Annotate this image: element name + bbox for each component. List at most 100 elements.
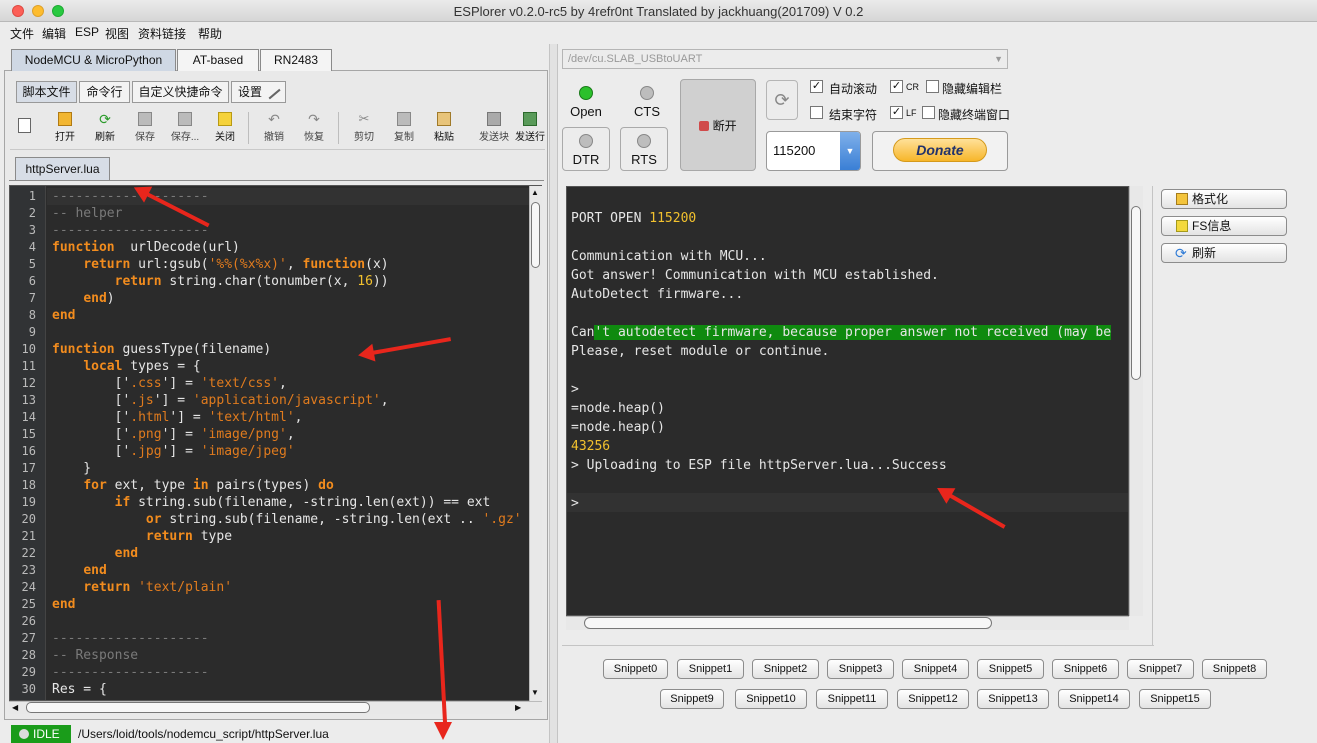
paste-button[interactable]: 粘贴 — [424, 112, 464, 148]
plug-icon — [699, 121, 710, 131]
snippet-button[interactable]: Snippet7 — [1127, 659, 1194, 679]
snippet-button[interactable]: Snippet0 — [603, 659, 668, 679]
tab-commands[interactable]: 命令行 — [79, 81, 130, 103]
code-editor[interactable]: 1 2 3 4 5 6 7 8 9 10 11 12 13 14 15 16 17 18 19 20 21 22 23 24 2… — [9, 185, 542, 701]
autoscroll-label: 自动滚动 — [829, 82, 878, 96]
menu-help[interactable]: 帮助 — [198, 25, 222, 42]
terminal-vscroll-thumb[interactable] — [1131, 206, 1141, 380]
snippet-panel-divider — [562, 645, 1154, 646]
menu-view[interactable]: 视图 — [105, 25, 129, 42]
redo-icon: ↷ — [308, 111, 320, 127]
tab-snippets[interactable]: 自定义快捷命令 — [132, 81, 229, 103]
line-number: 14 — [21, 410, 36, 424]
code-line: -------------------- — [52, 223, 209, 238]
send-line-button[interactable]: 发送行 — [514, 112, 546, 148]
copy-button[interactable]: 复制 — [384, 112, 424, 148]
autoscroll-checkbox[interactable]: ✓ — [810, 80, 823, 93]
terminal-hscroll-thumb[interactable] — [584, 617, 992, 629]
toolbar-divider — [248, 112, 249, 144]
code-line: -------------------- — [52, 631, 209, 646]
snippet-button[interactable]: Snippet4 — [902, 659, 969, 679]
tab-scripts[interactable]: 脚本文件 — [16, 81, 77, 103]
dtr-led-icon — [579, 134, 593, 148]
disconnect-button[interactable]: 断开 — [680, 79, 756, 171]
redo-button[interactable]: ↷ 恢复 — [294, 112, 334, 148]
tab-settings[interactable]: 设置 — [231, 81, 286, 103]
end-char-checkbox[interactable] — [810, 106, 823, 119]
scroll-left-icon[interactable]: ◀ — [12, 703, 18, 712]
port-select[interactable]: /dev/cu.SLAB_USBtoUART ▼ — [562, 49, 1008, 69]
rts-button[interactable]: RTS — [620, 127, 668, 171]
menu-file[interactable]: 文件 — [10, 25, 34, 42]
baud-dropdown-icon: ▼ — [840, 132, 860, 170]
snippet-button[interactable]: Snippet5 — [977, 659, 1044, 679]
snippet-button[interactable]: Snippet3 — [827, 659, 894, 679]
panel-splitter[interactable] — [549, 44, 558, 743]
lf-checkbox[interactable]: ✓ — [890, 106, 903, 119]
save-as-button[interactable]: 保存... — [165, 112, 205, 148]
undo-button[interactable]: ↶ 撤销 — [254, 112, 294, 148]
line-number: 7 — [28, 291, 36, 305]
menu-esp[interactable]: ESP — [75, 25, 99, 39]
scroll-right-icon[interactable]: ▶ — [515, 703, 521, 712]
hide-editor-checkbox[interactable] — [926, 80, 939, 93]
baud-select[interactable]: 115200 ▼ — [766, 131, 861, 171]
hide-terminal-checkbox[interactable] — [922, 106, 935, 119]
snippet-button[interactable]: Snippet14 — [1058, 689, 1130, 709]
snippet-button[interactable]: Snippet11 — [816, 689, 888, 709]
code-line: -------------------- — [52, 665, 209, 680]
close-file-button[interactable]: 关闭 — [205, 112, 245, 148]
editor-vscroll-thumb[interactable] — [531, 202, 540, 268]
snippet-button[interactable]: Snippet12 — [897, 689, 969, 709]
format-button[interactable]: 格式化 — [1161, 189, 1287, 209]
line-number-gutter: 1 2 3 4 5 6 7 8 9 10 11 12 13 14 15 16 17 18 19 20 21 22 23 24 2… — [10, 186, 46, 700]
reconnect-icon[interactable]: ⟳ — [766, 80, 798, 120]
code-line: end) — [83, 291, 115, 306]
window-title: ESPlorer v0.2.0-rc5 by 4refr0nt Translat… — [453, 4, 864, 19]
dropdown-arrow-icon: ▼ — [994, 54, 1003, 64]
code-line: local types = { — [83, 359, 201, 374]
scroll-down-icon[interactable]: ▼ — [531, 688, 539, 697]
snippet-button[interactable]: Snippet8 — [1202, 659, 1267, 679]
undo-icon: ↶ — [268, 111, 280, 127]
cut-button[interactable]: ✂ 剪切 — [344, 112, 384, 148]
cts-led-icon — [640, 86, 654, 100]
snippet-button[interactable]: Snippet6 — [1052, 659, 1119, 679]
file-tab-httpserver[interactable]: httpServer.lua — [15, 157, 110, 180]
snippet-button[interactable]: Snippet15 — [1139, 689, 1211, 709]
tab-rn2483[interactable]: RN2483 — [260, 49, 332, 71]
menu-edit[interactable]: 编辑 — [42, 25, 66, 42]
scroll-up-icon[interactable]: ▲ — [531, 188, 539, 197]
open-button[interactable]: 打开 — [45, 112, 85, 148]
donate-button[interactable]: Donate — [872, 131, 1008, 171]
terminal-line: =node.heap() — [571, 401, 665, 416]
refresh-button[interactable]: ⟳ 刷新 — [85, 112, 125, 148]
terminal-line: AutoDetect firmware... — [571, 287, 744, 302]
code-line: return type — [145, 529, 233, 544]
refresh-icon: ⟳ — [99, 111, 111, 127]
close-file-icon — [218, 112, 232, 126]
code-line: ['.css'] = 'text/css', — [52, 376, 287, 391]
save-button[interactable]: 保存 — [125, 112, 165, 148]
line-number: 24 — [21, 580, 36, 594]
menu-links[interactable]: 资料链接 — [138, 25, 186, 42]
snippet-button[interactable]: Snippet10 — [735, 689, 807, 709]
send-block-button[interactable]: 发送块 — [474, 112, 514, 148]
dtr-button[interactable]: DTR — [562, 127, 610, 171]
snippet-button[interactable]: Snippet13 — [977, 689, 1049, 709]
open-led-button[interactable]: Open — [566, 80, 606, 124]
cr-checkbox[interactable]: ✓ — [890, 80, 903, 93]
code-line: end — [52, 308, 76, 323]
editor-hscroll-thumb[interactable] — [26, 702, 370, 713]
tab-at-based[interactable]: AT-based — [177, 49, 259, 71]
fs-info-button[interactable]: FS信息 — [1161, 216, 1287, 236]
tab-nodemcu[interactable]: NodeMCU & MicroPython — [11, 49, 176, 71]
donate-label: Donate — [893, 138, 987, 162]
terminal-output[interactable]: PORT OPEN 115200 Communication with MCU..… — [566, 186, 1129, 616]
reload-button[interactable]: ⟳ 刷新 — [1161, 243, 1287, 263]
snippet-button[interactable]: Snippet9 — [660, 689, 724, 709]
new-file-icon[interactable] — [18, 118, 31, 133]
snippet-button[interactable]: Snippet2 — [752, 659, 819, 679]
cts-led: CTS — [627, 80, 667, 124]
snippet-button[interactable]: Snippet1 — [677, 659, 744, 679]
